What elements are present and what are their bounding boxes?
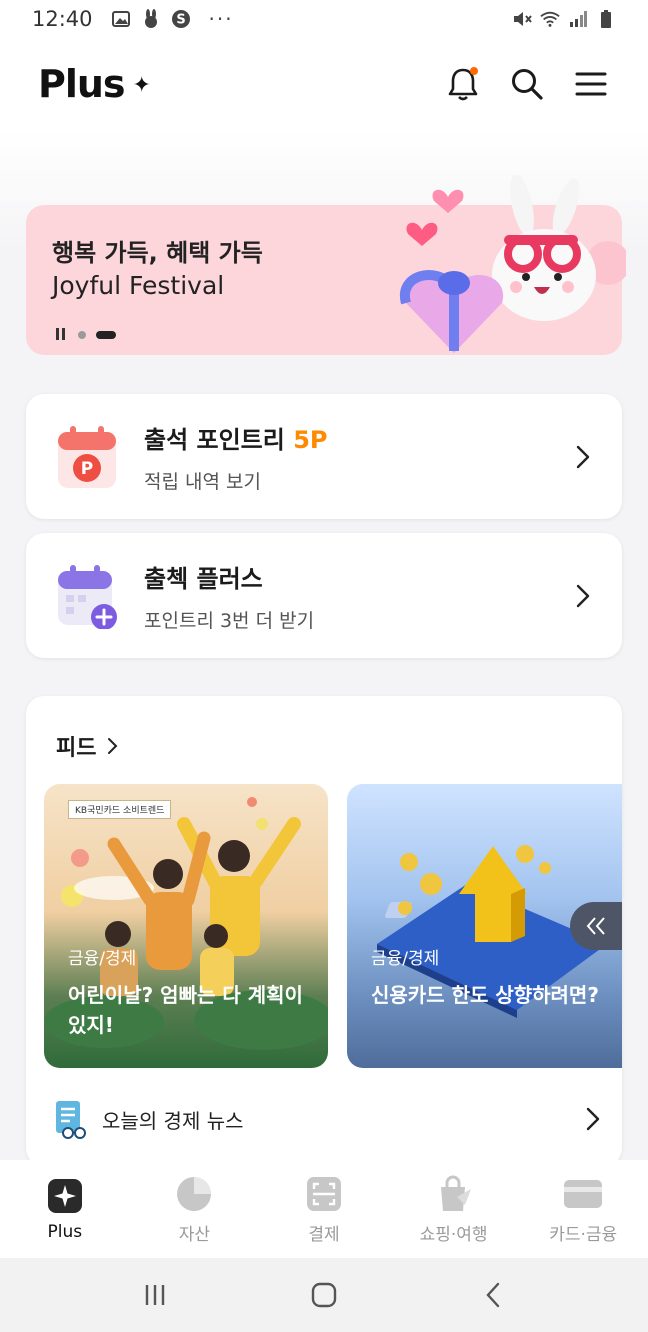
news-doc-icon — [56, 1101, 86, 1139]
feed-tile-children-day[interactable]: KB국민카드 소비트렌드 금융/경제 어린이날? 엄빠는 다 계획이 있지! — [44, 784, 328, 1068]
pie-chart-icon — [174, 1174, 214, 1214]
status-bar: 12:40 S ··· — [0, 0, 648, 38]
nav-label: 자산 — [178, 1224, 211, 1245]
banner-indicator-dot[interactable] — [78, 330, 86, 339]
search-button[interactable] — [508, 65, 546, 103]
app-header: Plus ✦ — [0, 38, 648, 130]
news-label: 오늘의 경제 뉴스 — [102, 1108, 244, 1133]
notification-dot — [470, 67, 478, 75]
system-navigation-bar — [0, 1258, 648, 1332]
scan-icon — [304, 1174, 344, 1214]
feed-scroll-handle[interactable] — [570, 902, 622, 950]
checkin-title: 출첵 플러스 — [144, 564, 263, 593]
nav-label: 결제 — [308, 1224, 340, 1245]
banner-title: 행복 가득, 혜택 가득 — [52, 239, 263, 267]
card-icon — [563, 1174, 603, 1214]
svg-text:S: S — [176, 13, 185, 28]
promo-banner[interactable]: 행복 가득, 혜택 가득 Joyful Festival — [26, 175, 626, 355]
plus-star-icon — [45, 1176, 85, 1216]
banner-pause-button[interactable] — [56, 325, 68, 344]
bottom-navigation: Plus 자산 결제 쇼핑·여행 카드·금융 — [0, 1160, 648, 1258]
hamburger-menu-icon — [575, 72, 607, 96]
checkin-subtitle: 포인트리 3번 더 받기 — [144, 609, 315, 632]
calendar-p-icon: P — [58, 425, 116, 488]
checkin-text: 출첵 플러스 포인트리 3번 더 받기 — [144, 559, 574, 633]
gallery-icon — [111, 9, 131, 29]
nav-label: 카드·금융 — [549, 1224, 618, 1245]
recent-apps-icon — [145, 1285, 164, 1305]
attendance-title-label: 출석 포인트리 — [144, 425, 285, 454]
status-time: 12:40 — [32, 7, 93, 31]
attendance-title: 출석 포인트리 5P — [144, 420, 574, 455]
search-icon — [512, 69, 543, 100]
back-arrow-icon — [486, 1282, 500, 1308]
calendar-plus-icon — [58, 564, 117, 629]
status-more-dots: ··· — [208, 7, 234, 31]
logo-text: Plus — [38, 62, 126, 106]
nav-label: 쇼핑·여행 — [419, 1224, 488, 1245]
battery-icon — [596, 9, 616, 29]
banner-controls — [56, 325, 116, 344]
nav-item-payment[interactable]: 결제 — [269, 1174, 379, 1245]
attendance-points-card[interactable]: P 출석 포인트리 5P 적립 내역 보기 — [26, 394, 622, 519]
nav-item-assets[interactable]: 자산 — [139, 1174, 249, 1245]
nav-label: Plus — [47, 1222, 83, 1242]
nav-item-shopping-travel[interactable]: 쇼핑·여행 — [399, 1174, 509, 1245]
shopping-bag-icon — [434, 1174, 474, 1214]
notification-button[interactable] — [444, 65, 482, 103]
attendance-points-value: 5P — [293, 425, 328, 454]
attendance-subtitle: 적립 내역 보기 — [144, 470, 261, 493]
feed-section: 피드 KB국민카드 소비트렌드 금융/경제 어린이날? 엄빠는 다 계획이 있지… — [26, 696, 622, 1166]
nav-item-card-finance[interactable]: 카드·금융 — [528, 1174, 638, 1245]
logo-sparkle-icon: ✦ — [132, 72, 151, 98]
status-icons-right — [512, 9, 616, 29]
chevron-right-icon — [576, 584, 590, 607]
mute-icon — [512, 9, 532, 29]
plus-logo[interactable]: Plus ✦ — [38, 62, 151, 106]
recent-apps-button[interactable] — [125, 1270, 185, 1320]
status-icons-left: S ··· — [111, 7, 234, 31]
menu-button[interactable] — [572, 65, 610, 103]
chevron-right-icon — [576, 445, 590, 468]
back-button[interactable] — [463, 1270, 523, 1320]
svg-text:P: P — [81, 459, 93, 479]
tile-category: 금융/경제 — [68, 949, 137, 969]
tile-category: 금융/경제 — [371, 949, 440, 969]
rabbit-icon — [141, 9, 161, 29]
wifi-icon — [540, 9, 560, 29]
banner-indicator-active[interactable] — [96, 330, 116, 339]
header-actions — [444, 65, 610, 103]
tile-title: 신용카드 한도 상향하려면? — [371, 983, 599, 1007]
double-chevron-left-icon — [586, 917, 605, 935]
checkin-plus-card[interactable]: 출첵 플러스 포인트리 3번 더 받기 — [26, 533, 622, 658]
feed-header[interactable]: 피드 — [56, 730, 118, 762]
signal-icon — [568, 9, 588, 29]
banner-subtitle: Joyful Festival — [52, 271, 225, 300]
tile-title: 어린이날? 엄빠는 다 계획이 있지! — [68, 983, 303, 1037]
home-button[interactable] — [294, 1270, 354, 1320]
economy-news-row[interactable]: 오늘의 경제 뉴스 — [52, 1096, 602, 1142]
bunny-gift-illustration — [399, 175, 626, 353]
chevron-right-icon — [586, 1107, 600, 1131]
nav-item-plus[interactable]: Plus — [10, 1176, 120, 1242]
home-icon — [311, 1282, 337, 1308]
feed-title: 피드 — [56, 736, 97, 761]
s-app-icon: S — [171, 9, 191, 29]
chevron-right-icon — [108, 738, 118, 754]
attendance-text: 출석 포인트리 5P 적립 내역 보기 — [144, 420, 574, 494]
